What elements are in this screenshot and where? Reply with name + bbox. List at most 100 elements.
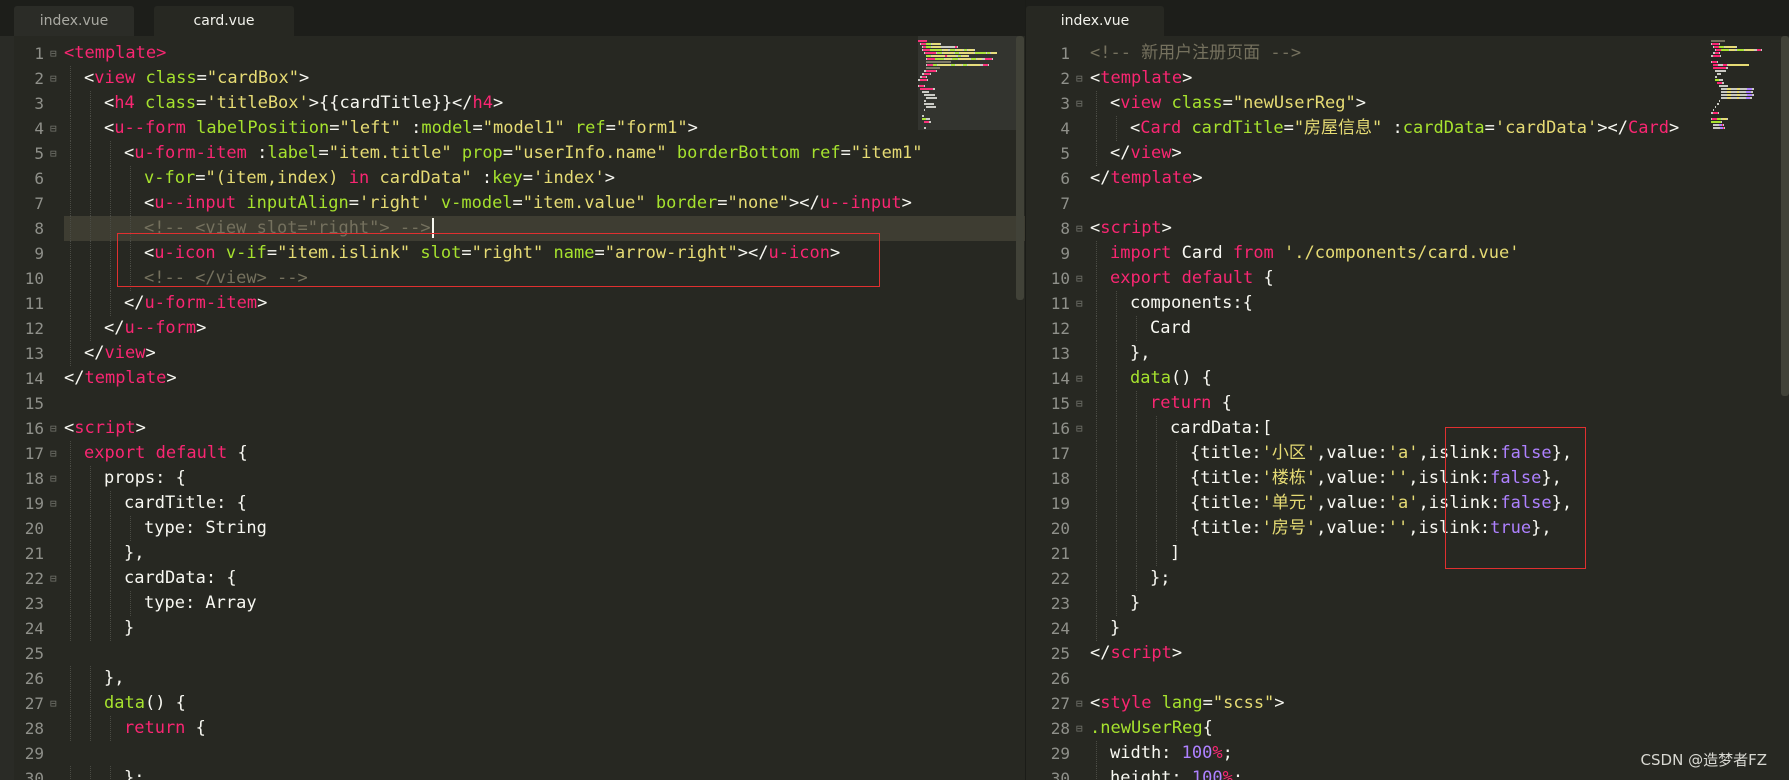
code-line[interactable]: </u--form> bbox=[64, 316, 206, 341]
minimap-line bbox=[1745, 49, 1754, 51]
code-token: ></ bbox=[788, 193, 820, 213]
code-line[interactable]: } bbox=[64, 616, 134, 641]
fold-toggle-icon[interactable]: ⊟ bbox=[50, 141, 57, 166]
code-line[interactable]: v-for="(item,index) in cardData" :key='i… bbox=[64, 166, 615, 191]
code-line[interactable]: <!-- <view slot="right"> --> bbox=[64, 216, 1025, 241]
code-token: prop bbox=[461, 143, 503, 163]
code-line[interactable]: <u--form labelPosition="left" :model="mo… bbox=[64, 116, 698, 141]
code-line[interactable]: <script> bbox=[1090, 216, 1172, 241]
code-line[interactable]: <h4 class='titleBox'>{{cardTitle}}</h4> bbox=[64, 91, 503, 116]
fold-toggle-icon[interactable]: ⊟ bbox=[1076, 266, 1083, 291]
code-token: ,value: bbox=[1316, 493, 1388, 513]
code-line[interactable]: <!-- </view> --> bbox=[64, 266, 308, 291]
code-line[interactable]: </view> bbox=[1090, 141, 1182, 166]
fold-toggle-icon[interactable]: ⊟ bbox=[50, 491, 57, 516]
fold-toggle-icon[interactable]: ⊟ bbox=[50, 41, 57, 66]
fold-toggle-icon[interactable]: ⊟ bbox=[50, 691, 57, 716]
fold-toggle-icon[interactable]: ⊟ bbox=[1076, 291, 1083, 316]
code-line[interactable]: cardTitle: { bbox=[64, 491, 247, 516]
code-token: ref bbox=[574, 118, 606, 138]
code-line[interactable]: return { bbox=[64, 716, 206, 741]
code-line[interactable]: components:{ bbox=[1090, 291, 1253, 316]
code-line[interactable]: import Card from './components/card.vue' bbox=[1090, 241, 1519, 266]
fold-toggle-icon[interactable]: ⊟ bbox=[1076, 216, 1083, 241]
code-line[interactable]: <Card cardTitle="房屋信息" :cardData='cardDa… bbox=[1090, 116, 1679, 141]
left-editor-pane[interactable]: index.vue card.vue 1 ⊟ 2 ⊟ 3 4 ⊟ 5 ⊟ 6 7 8 9 10 11 12 13… bbox=[0, 0, 1026, 780]
code-line[interactable]: <u--input inputAlign='right' v-model="it… bbox=[64, 191, 912, 216]
line-number: 28 bbox=[24, 719, 44, 738]
fold-toggle-icon[interactable]: ⊟ bbox=[1076, 391, 1083, 416]
code-line[interactable]: <style lang="scss"> bbox=[1090, 691, 1285, 716]
vertical-scrollbar[interactable] bbox=[1781, 36, 1789, 396]
fold-toggle-icon[interactable]: ⊟ bbox=[1076, 716, 1083, 741]
code-line[interactable]: </template> bbox=[64, 366, 177, 391]
code-line[interactable]: return { bbox=[1090, 391, 1232, 416]
vertical-scrollbar[interactable] bbox=[1016, 36, 1024, 300]
code-line[interactable]: {title:'楼栋',value:'',islink:false}, bbox=[1090, 466, 1562, 491]
fold-toggle-icon[interactable]: ⊟ bbox=[50, 466, 57, 491]
line-number: 10 bbox=[1050, 269, 1070, 288]
code-line[interactable]: data() { bbox=[1090, 366, 1212, 391]
code-line[interactable]: {title:'单元',value:'a',islink:false}, bbox=[1090, 491, 1572, 516]
code-line[interactable]: <template> bbox=[64, 41, 166, 66]
code-line[interactable]: }; bbox=[64, 766, 144, 780]
code-line[interactable]: type: Array bbox=[64, 591, 257, 616]
code-line[interactable]: data() { bbox=[64, 691, 186, 716]
code-line[interactable]: } bbox=[1090, 616, 1120, 641]
code-line[interactable]: width: 100%; bbox=[1090, 741, 1233, 766]
fold-toggle-icon[interactable]: ⊟ bbox=[1076, 366, 1083, 391]
minimap-line bbox=[1722, 82, 1724, 84]
code-line[interactable]: {title:'小区',value:'a',islink:false}, bbox=[1090, 441, 1572, 466]
code-token: h4 bbox=[472, 93, 494, 113]
code-token: "cardBox" bbox=[206, 68, 299, 88]
code-token: u-icon bbox=[154, 243, 226, 263]
code-line[interactable]: <script> bbox=[64, 416, 146, 441]
code-line[interactable]: height: 100%; bbox=[1090, 766, 1243, 780]
code-line[interactable]: }, bbox=[64, 666, 124, 691]
fold-toggle-icon[interactable]: ⊟ bbox=[1076, 66, 1083, 91]
code-line[interactable]: {title:'房号',value:'',islink:true}, bbox=[1090, 516, 1552, 541]
code-line[interactable]: <u-icon v-if="item.islink" slot="right" … bbox=[64, 241, 840, 266]
code-line[interactable]: </template> bbox=[1090, 166, 1203, 191]
code-line[interactable]: export default { bbox=[1090, 266, 1274, 291]
minimap[interactable] bbox=[1711, 40, 1789, 130]
code-token: = bbox=[1202, 693, 1213, 713]
line-number: 19 bbox=[24, 494, 44, 513]
code-line[interactable]: </u-form-item> bbox=[64, 291, 267, 316]
code-line[interactable]: export default { bbox=[64, 441, 248, 466]
tab-card-vue[interactable]: card.vue bbox=[154, 6, 294, 36]
code-line[interactable]: <view class="newUserReg"> bbox=[1090, 91, 1366, 116]
tab-index-vue[interactable]: index.vue bbox=[14, 6, 134, 36]
code-line[interactable]: <template> bbox=[1090, 66, 1192, 91]
fold-toggle-icon[interactable]: ⊟ bbox=[50, 416, 57, 441]
code-line[interactable]: cardData:[ bbox=[1090, 416, 1272, 441]
code-line[interactable]: }, bbox=[1090, 341, 1150, 366]
fold-toggle-icon[interactable]: ⊟ bbox=[1076, 416, 1083, 441]
minimap-viewport[interactable] bbox=[918, 36, 1018, 130]
code-line[interactable]: <u-form-item :label="item.title" prop="u… bbox=[64, 141, 923, 166]
minimap-line bbox=[1750, 97, 1752, 99]
code-line[interactable]: </view> bbox=[64, 341, 156, 366]
fold-toggle-icon[interactable]: ⊟ bbox=[50, 116, 57, 141]
right-editor-pane[interactable]: index.vue 1 2 ⊟ 3 ⊟ 4 5 6 7 8 ⊟ 9 10 ⊟ 11 ⊟ 12 13 14 ⊟ 15 ⊟ 16… bbox=[1026, 0, 1789, 780]
fold-toggle-icon[interactable]: ⊟ bbox=[50, 66, 57, 91]
tab-index-vue[interactable]: index.vue bbox=[1026, 6, 1164, 36]
code-line[interactable]: <!-- 新用户注册页面 --> bbox=[1090, 41, 1301, 66]
code-line[interactable]: </script> bbox=[1090, 641, 1182, 666]
code-line[interactable]: <view class="cardBox"> bbox=[64, 66, 309, 91]
indent-guide bbox=[90, 516, 91, 541]
minimap-line bbox=[1723, 124, 1724, 126]
code-line[interactable]: Card bbox=[1090, 316, 1191, 341]
code-line[interactable]: type: String bbox=[64, 516, 267, 541]
code-line[interactable]: .newUserReg{ bbox=[1090, 716, 1213, 741]
code-line[interactable]: }; bbox=[1090, 566, 1170, 591]
fold-toggle-icon[interactable]: ⊟ bbox=[1076, 91, 1083, 116]
fold-toggle-icon[interactable]: ⊟ bbox=[1076, 691, 1083, 716]
indent-guide bbox=[90, 191, 91, 216]
code-token: type: String bbox=[144, 518, 267, 538]
fold-toggle-icon[interactable]: ⊟ bbox=[50, 566, 57, 591]
code-line[interactable]: props: { bbox=[64, 466, 186, 491]
indent-guide bbox=[70, 541, 71, 566]
code-line[interactable]: }, bbox=[64, 541, 144, 566]
fold-toggle-icon[interactable]: ⊟ bbox=[50, 441, 57, 466]
